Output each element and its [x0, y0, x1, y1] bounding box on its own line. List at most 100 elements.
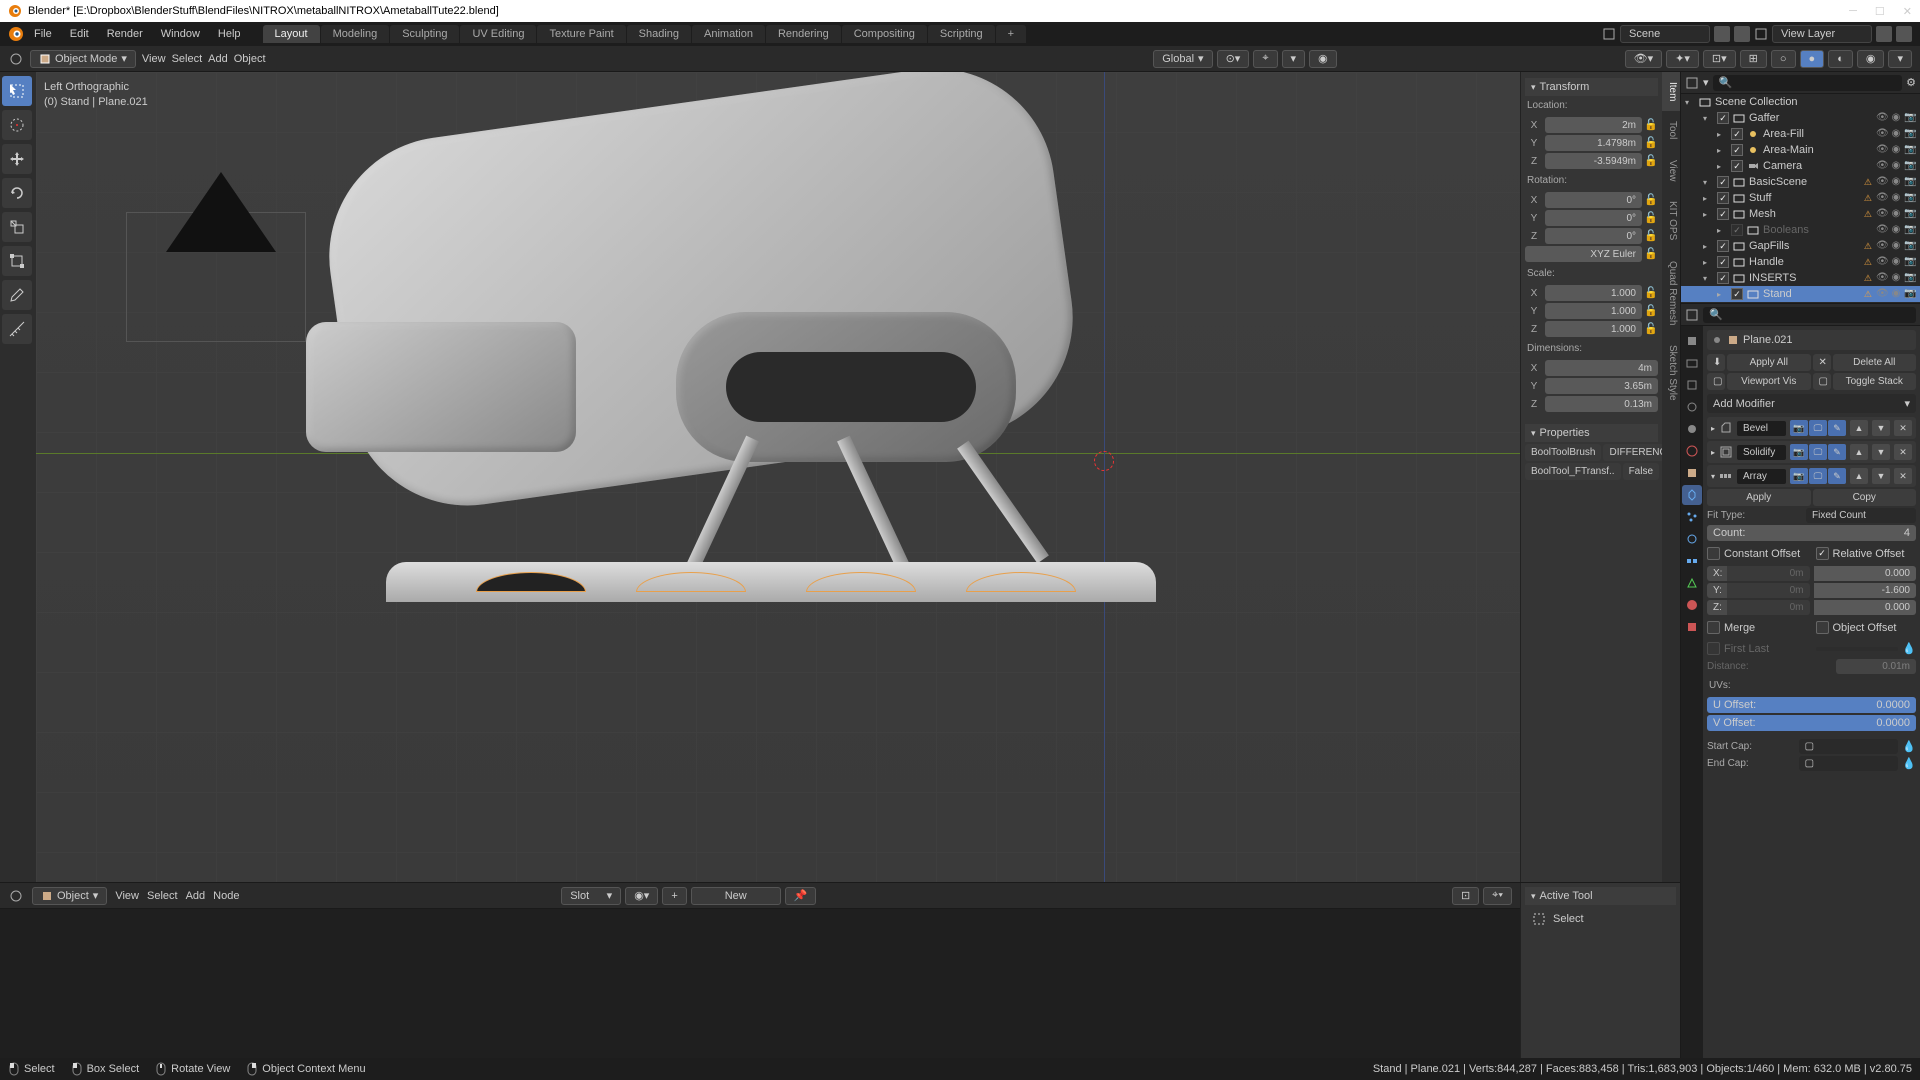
merge-checkbox[interactable] [1707, 621, 1720, 634]
properties-panel-header[interactable]: Properties [1525, 424, 1658, 442]
pin-icon[interactable] [1711, 334, 1723, 346]
prop-tab-tool[interactable] [1682, 331, 1702, 351]
start-cap-field[interactable]: ▢ [1799, 739, 1899, 754]
mod-remove-icon[interactable]: ✕ [1894, 444, 1912, 460]
rel-x-field[interactable]: 0.000 [1814, 566, 1917, 581]
menu-render[interactable]: Render [99, 25, 151, 43]
mod-up-icon[interactable]: ▲ [1850, 468, 1868, 484]
loc-y-field[interactable]: 1.4798m [1545, 135, 1642, 151]
lock-icon[interactable]: 🔓 [1644, 136, 1658, 150]
node-node-menu[interactable]: Node [213, 890, 239, 902]
toggle-icon-button[interactable]: ▢ [1813, 373, 1831, 390]
mod-render-icon[interactable]: 📷 [1790, 444, 1808, 460]
node-select-menu[interactable]: Select [147, 890, 178, 902]
outliner-row[interactable]: ▸GapFills⚠👁◉📷 [1681, 238, 1920, 254]
viewlayer-selector[interactable]: View Layer [1772, 25, 1872, 43]
node-options[interactable]: ⊡ [1452, 887, 1479, 905]
node-editor-icon[interactable] [8, 888, 24, 904]
dim-y-field[interactable]: 3.65m [1545, 378, 1658, 394]
n-tab-tool[interactable]: Tool [1662, 111, 1680, 149]
workspace-sculpting[interactable]: Sculpting [390, 25, 459, 43]
mod-down-icon[interactable]: ▼ [1872, 444, 1890, 460]
tool-cursor[interactable] [2, 110, 32, 140]
view-menu[interactable]: View [142, 53, 166, 65]
u-offset-field[interactable]: U Offset:0.0000 [1707, 697, 1916, 713]
mod-down-icon[interactable]: ▼ [1872, 468, 1890, 484]
const-offset-checkbox[interactable] [1707, 547, 1720, 560]
outliner-type-icon[interactable] [1685, 76, 1699, 90]
lock-icon[interactable]: 🔓 [1644, 118, 1658, 132]
mod-edit-icon[interactable]: ✎ [1828, 420, 1846, 436]
workspace-scripting[interactable]: Scripting [928, 25, 995, 43]
mod-up-icon[interactable]: ▲ [1850, 420, 1868, 436]
outliner-row[interactable]: ▸Stand⚠👁◉📷 [1681, 286, 1920, 302]
lock-icon[interactable]: 🔓 [1644, 154, 1658, 168]
material-new[interactable]: + [662, 887, 686, 905]
scale-y-field[interactable]: 1.000 [1545, 303, 1642, 319]
tool-scale[interactable] [2, 212, 32, 242]
rot-z-field[interactable]: 0° [1545, 228, 1642, 244]
delete-icon-button[interactable]: ✕ [1813, 354, 1831, 371]
workspace-uv[interactable]: UV Editing [460, 25, 536, 43]
n-tab-view[interactable]: View [1662, 150, 1680, 192]
outliner-mode-icon[interactable]: ▾ [1703, 76, 1709, 89]
loc-x-field[interactable]: 2m [1545, 117, 1642, 133]
viewport-vis-button[interactable]: Viewport Vis [1727, 373, 1811, 390]
material-pin[interactable]: 📌 [785, 887, 817, 905]
end-cap-field[interactable]: ▢ [1799, 756, 1899, 771]
xray-toggle[interactable]: ⊞ [1740, 50, 1767, 68]
prop-tab-viewlayer[interactable] [1682, 397, 1702, 417]
workspace-rendering[interactable]: Rendering [766, 25, 841, 43]
outliner-search[interactable]: 🔍 [1713, 75, 1903, 91]
prop-tab-scene[interactable] [1682, 419, 1702, 439]
booltool-brush-value[interactable]: DIFFERENCE [1603, 444, 1662, 461]
rel-offset-checkbox[interactable] [1816, 547, 1829, 560]
obj-offset-checkbox[interactable] [1816, 621, 1829, 634]
menu-edit[interactable]: Edit [62, 25, 97, 43]
mod-remove-icon[interactable]: ✕ [1894, 420, 1912, 436]
outliner-row[interactable]: ▸Area-Main👁◉📷 [1681, 142, 1920, 158]
vis-icon-button[interactable]: ▢ [1707, 373, 1725, 390]
outliner-filter-icon[interactable]: ⚙ [1906, 76, 1916, 89]
array-apply-button[interactable]: Apply [1707, 489, 1811, 506]
rot-x-field[interactable]: 0° [1545, 192, 1642, 208]
props-type-icon[interactable] [1685, 308, 1699, 322]
loc-z-field[interactable]: -3.5949m [1545, 153, 1642, 169]
mod-edit-icon[interactable]: ✎ [1828, 444, 1846, 460]
n-tab-sketchstyle[interactable]: Sketch Style [1662, 335, 1680, 411]
lock-icon[interactable]: 🔓 [1644, 322, 1658, 336]
transform-panel-header[interactable]: Transform [1525, 78, 1658, 96]
close-button[interactable]: ✕ [1903, 5, 1912, 18]
prop-tab-world[interactable] [1682, 441, 1702, 461]
node-editor-space[interactable] [0, 909, 1520, 1058]
tool-transform[interactable] [2, 246, 32, 276]
tool-move[interactable] [2, 144, 32, 174]
scene-selector[interactable]: Scene [1620, 25, 1710, 43]
shading-options[interactable]: ▾ [1888, 50, 1912, 68]
add-modifier-dropdown[interactable]: Add Modifier▾ [1707, 394, 1916, 413]
snap-toggle[interactable]: ⌖ [1253, 50, 1277, 68]
modifier-array[interactable]: ▾ Array 📷🖵✎ ▲ ▼ ✕ [1707, 465, 1916, 487]
orientation-selector[interactable]: Global▾ [1153, 50, 1212, 68]
dim-z-field[interactable]: 0.13m [1545, 396, 1658, 412]
lock-icon[interactable]: 🔓 [1644, 247, 1658, 261]
minimize-button[interactable]: ─ [1849, 5, 1857, 18]
n-tab-item[interactable]: Item [1662, 72, 1680, 111]
node-view-menu[interactable]: View [115, 890, 139, 902]
booltool-ftransf-value[interactable]: False [1623, 463, 1659, 480]
workspace-layout[interactable]: Layout [263, 25, 320, 43]
material-browse[interactable]: ◉▾ [625, 887, 658, 905]
delete-all-button[interactable]: Delete All [1833, 354, 1917, 371]
mod-render-icon[interactable]: 📷 [1790, 420, 1808, 436]
outliner-row[interactable]: ▾INSERTS⚠👁◉📷 [1681, 270, 1920, 286]
eyedropper-icon[interactable]: 💧 [1902, 642, 1916, 655]
node-type-selector[interactable]: Object▾ [32, 887, 107, 905]
viewport-3d[interactable]: Left Orthographic (0) Stand | Plane.021 [36, 72, 1520, 882]
select-menu[interactable]: Select [172, 53, 203, 65]
prop-tab-constraints[interactable] [1682, 551, 1702, 571]
slot-selector[interactable]: Slot▾ [561, 887, 621, 905]
dim-x-field[interactable]: 4m [1545, 360, 1658, 376]
n-tab-quadremesh[interactable]: Quad Remesh [1662, 251, 1680, 335]
outliner[interactable]: ▾ Scene Collection ▾Gaffer👁◉📷▸Area-Fill👁… [1681, 94, 1920, 304]
menu-file[interactable]: File [26, 25, 60, 43]
